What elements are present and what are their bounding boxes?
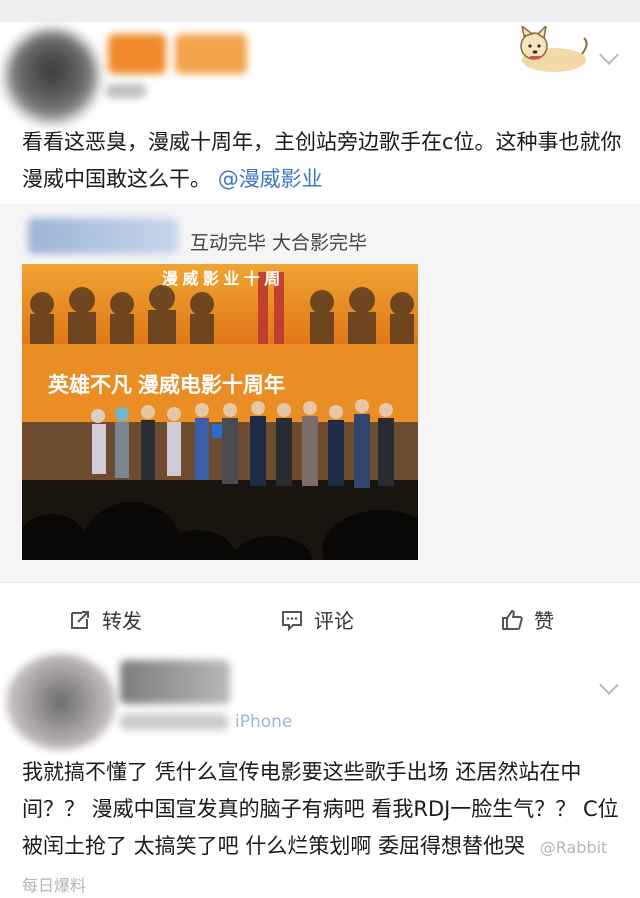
repost-author[interactable] xyxy=(28,218,178,254)
comment-label: 评论 xyxy=(314,609,354,633)
like-label: 赞 xyxy=(534,609,554,633)
repost-header: 互动完毕 大合影完毕 xyxy=(190,232,368,254)
commenter-avatar[interactable] xyxy=(6,654,116,750)
repost-button[interactable]: 转发 xyxy=(68,605,142,634)
comment-body: 我就搞不懂了 凭什么宣传电影要这些歌手出场 还居然站在中间？？ 漫威中国宣发真的… xyxy=(22,754,622,898)
comment-meta-blur xyxy=(120,714,228,730)
device-label: iPhone xyxy=(235,712,293,732)
comment-button[interactable]: 评论 xyxy=(280,605,354,634)
thumbs-up-icon xyxy=(502,609,523,630)
banner-top-text: 漫 威 影 业 十 周 xyxy=(162,269,280,288)
repost-label: 转发 xyxy=(102,609,142,633)
chevron-down-icon[interactable] xyxy=(599,675,619,695)
repost-icon xyxy=(71,610,89,629)
username[interactable] xyxy=(108,34,166,74)
post-body: 看看这恶臭，漫威十周年，主创站旁边歌手在c位。这种事也就你漫威中国敢这么干。 @… xyxy=(22,124,622,198)
commenter-name[interactable] xyxy=(120,660,230,704)
banner-main-text: 英雄不凡 漫威电影十周年 xyxy=(48,373,285,397)
post-meta xyxy=(106,84,146,98)
avatar[interactable] xyxy=(6,30,98,122)
comment-text: 我就搞不懂了 凭什么宣传电影要这些歌手出场 还居然站在中间？？ 漫威中国宣发真的… xyxy=(22,760,619,858)
post-card: 看看这恶臭，漫威十周年，主创站旁边歌手在c位。这种事也就你漫威中国敢这么干。 @… xyxy=(0,22,640,654)
comment-card: iPhone 我就搞不懂了 凭什么宣传电影要这些歌手出场 还居然站在中间？？ 漫… xyxy=(0,654,640,898)
comment-icon xyxy=(282,610,302,631)
username-suffix xyxy=(175,34,247,74)
action-bar: 转发 评论 赞 xyxy=(0,582,640,654)
event-photo[interactable]: 漫 威 影 业 十 周 英雄不凡 漫威电影十周年 xyxy=(22,264,418,560)
like-button[interactable]: 赞 xyxy=(500,605,554,634)
chevron-down-icon[interactable] xyxy=(599,45,619,65)
dog-sticker-icon xyxy=(520,26,588,72)
event-photo-image: 漫 威 影 业 十 周 英雄不凡 漫威电影十周年 xyxy=(22,264,418,560)
mention-link[interactable]: @漫威影业 xyxy=(218,167,323,191)
